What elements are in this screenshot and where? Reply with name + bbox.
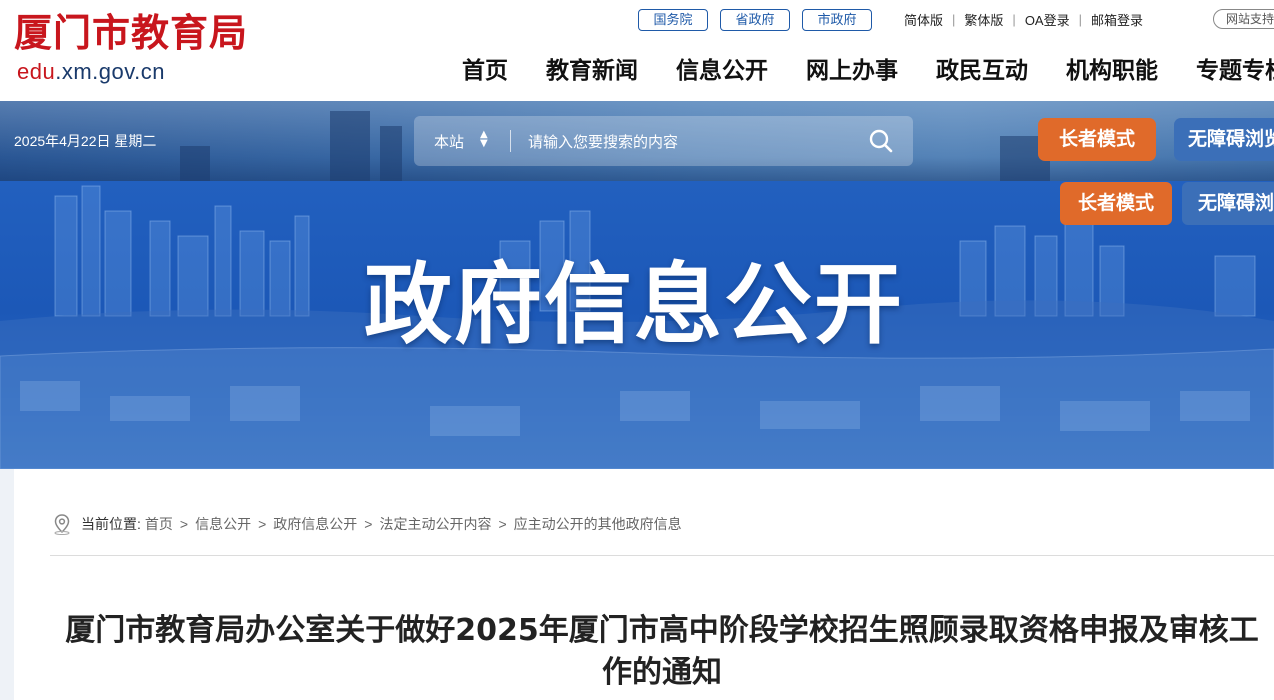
site-domain: edu.xm.gov.cn	[17, 59, 165, 85]
traditional-link[interactable]: 繁体版	[964, 10, 1003, 29]
accessibility-button-secondary[interactable]: 无障碍浏览	[1182, 182, 1274, 225]
gov-link-city[interactable]: 市政府	[802, 9, 872, 31]
site-logo[interactable]: 厦门市教育局	[14, 8, 248, 58]
nav-functions[interactable]: 机构职能	[1066, 54, 1158, 88]
banner-title: 政府信息公开	[364, 253, 905, 356]
current-date: 2025年4月22日 星期二	[14, 133, 157, 149]
breadcrumb-divider	[50, 555, 1274, 556]
breadcrumb-separator: >	[364, 516, 373, 532]
scope-toggle-icon[interactable]: ▲ ▼	[480, 130, 488, 149]
search-divider	[510, 130, 511, 152]
breadcrumb-separator: >	[258, 516, 267, 532]
nav-interaction[interactable]: 政民互动	[936, 54, 1028, 88]
oa-login-link[interactable]: OA登录	[1025, 10, 1070, 29]
breadcrumb-separator: >	[179, 516, 189, 532]
separator: |	[952, 12, 956, 27]
site-domain-prefix: edu	[17, 59, 56, 84]
simplified-link[interactable]: 简体版	[904, 10, 943, 29]
strip-building	[380, 126, 402, 181]
site-domain-suffix: .xm.gov.cn	[55, 59, 165, 84]
main-nav: 首页 教育新闻 信息公开 网上办事 政民互动 机构职能 专题专栏	[462, 54, 1274, 88]
breadcrumb-separator: >	[498, 516, 507, 532]
search-input[interactable]: 请输入您要搜索的内容	[528, 131, 678, 152]
location-pin-icon	[54, 514, 70, 535]
gov-link-province[interactable]: 省政府	[720, 9, 790, 31]
gov-link-state-council[interactable]: 国务院	[638, 9, 708, 31]
strip-building	[180, 146, 210, 181]
gov-links: 国务院 省政府 市政府	[638, 9, 872, 31]
nav-home[interactable]: 首页	[462, 54, 508, 88]
site-header: 厦门市教育局 edu.xm.gov.cn 国务院 省政府 市政府 简体版 | 繁…	[0, 0, 1274, 101]
mail-login-link[interactable]: 邮箱登录	[1091, 10, 1143, 29]
elder-mode-button-secondary[interactable]: 长者模式	[1060, 182, 1172, 225]
breadcrumb-info-disclosure[interactable]: 信息公开	[195, 514, 251, 534]
breadcrumb-statutory[interactable]: 法定主动公开内容	[379, 514, 491, 534]
breadcrumb-home[interactable]: 首页	[145, 514, 173, 534]
nav-info-disclosure[interactable]: 信息公开	[676, 54, 768, 88]
search-icon[interactable]	[868, 128, 894, 154]
breadcrumb-other-info[interactable]: 应主动公开的其他政府信息	[514, 514, 682, 534]
nav-online-services[interactable]: 网上办事	[806, 54, 898, 88]
separator: |	[1012, 12, 1016, 27]
breadcrumb-label: 当前位置:	[81, 516, 141, 532]
utility-links: 简体版 | 繁体版 | OA登录 | 邮箱登录	[904, 10, 1143, 29]
search-scope-select[interactable]: 本站	[434, 131, 464, 152]
site-search: 本站 ▲ ▼ 请输入您要搜索的内容	[414, 116, 913, 166]
breadcrumb-gov-info[interactable]: 政府信息公开	[273, 514, 357, 534]
site-support-button[interactable]: 网站支持	[1213, 9, 1274, 29]
elder-mode-button[interactable]: 长者模式	[1038, 118, 1156, 161]
nav-topics[interactable]: 专题专栏	[1196, 54, 1274, 88]
breadcrumb: 当前位置: 首页 > 信息公开 > 政府信息公开 > 法定主动公开内容 > 应主…	[52, 513, 682, 535]
nav-education-news[interactable]: 教育新闻	[546, 54, 638, 88]
separator: |	[1078, 12, 1082, 27]
strip-building	[330, 111, 370, 181]
accessibility-button[interactable]: 无障碍浏览	[1174, 118, 1274, 161]
article-title: 厦门市教育局办公室关于做好2025年厦门市高中阶段学校招生照顾录取资格申报及审核…	[65, 613, 1259, 690]
